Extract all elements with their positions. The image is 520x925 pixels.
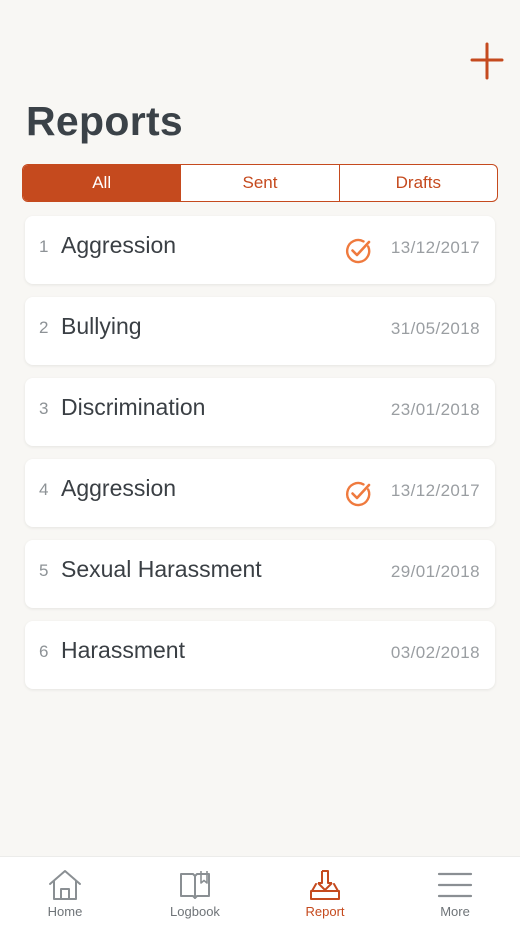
tab-logbook[interactable]: Logbook bbox=[130, 857, 260, 925]
report-item[interactable]: 1 Aggression 13/12/2017 bbox=[25, 216, 495, 284]
tab-more-label: More bbox=[440, 904, 470, 919]
report-title: Sexual Harassment bbox=[61, 556, 262, 582]
home-icon bbox=[45, 867, 85, 903]
report-icon bbox=[305, 867, 345, 903]
report-item[interactable]: 6 Harassment 03/02/2018 bbox=[25, 621, 495, 689]
check-circle-icon bbox=[344, 237, 372, 265]
tab-report-label: Report bbox=[305, 904, 345, 919]
menu-icon bbox=[435, 867, 475, 903]
report-index: 5 bbox=[39, 561, 49, 580]
report-date: 31/05/2018 bbox=[390, 319, 480, 338]
report-index: 2 bbox=[39, 318, 49, 337]
plus-icon bbox=[470, 42, 504, 80]
report-filter: All Sent Drafts bbox=[22, 164, 498, 202]
book-icon bbox=[175, 867, 215, 903]
tab-logbook-label: Logbook bbox=[170, 904, 220, 919]
add-report-button[interactable] bbox=[466, 40, 508, 82]
tab-home[interactable]: Home bbox=[0, 857, 130, 925]
report-item[interactable]: 2 Bullying 31/05/2018 bbox=[25, 297, 495, 365]
report-item[interactable]: 4 Aggression 13/12/2017 bbox=[25, 459, 495, 527]
report-date: 29/01/2018 bbox=[390, 562, 480, 581]
tab-more[interactable]: More bbox=[390, 857, 520, 925]
tab-home-label: Home bbox=[47, 904, 83, 919]
report-date: 13/12/2017 bbox=[390, 238, 480, 257]
report-list: 1 Aggression 13/12/2017 2 Bullying 31/05… bbox=[25, 216, 495, 702]
check-circle-icon bbox=[344, 480, 372, 508]
report-index: 6 bbox=[39, 642, 49, 661]
report-date: 23/01/2018 bbox=[390, 400, 480, 419]
reports-screen: Reports All Sent Drafts 1 Aggression 13/… bbox=[0, 0, 520, 925]
report-title: Aggression bbox=[61, 232, 177, 258]
report-title: Bullying bbox=[61, 313, 142, 339]
report-date: 13/12/2017 bbox=[390, 481, 480, 500]
report-item[interactable]: 3 Discrimination 23/01/2018 bbox=[25, 378, 495, 446]
filter-all-tab[interactable]: All bbox=[23, 165, 181, 201]
report-item[interactable]: 5 Sexual Harassment 29/01/2018 bbox=[25, 540, 495, 608]
report-title: Harassment bbox=[61, 637, 185, 663]
filter-sent-tab[interactable]: Sent bbox=[180, 165, 338, 201]
report-index: 3 bbox=[39, 399, 49, 418]
tab-report[interactable]: Report bbox=[260, 857, 390, 925]
report-date: 03/02/2018 bbox=[390, 643, 480, 662]
bottom-tab-bar: Home Logbook Report More bbox=[0, 856, 520, 925]
page-title: Reports bbox=[26, 98, 184, 144]
report-title: Aggression bbox=[61, 475, 177, 501]
report-index: 4 bbox=[39, 480, 49, 499]
report-title: Discrimination bbox=[61, 394, 206, 420]
filter-drafts-tab[interactable]: Drafts bbox=[338, 165, 497, 201]
report-index: 1 bbox=[39, 237, 49, 256]
